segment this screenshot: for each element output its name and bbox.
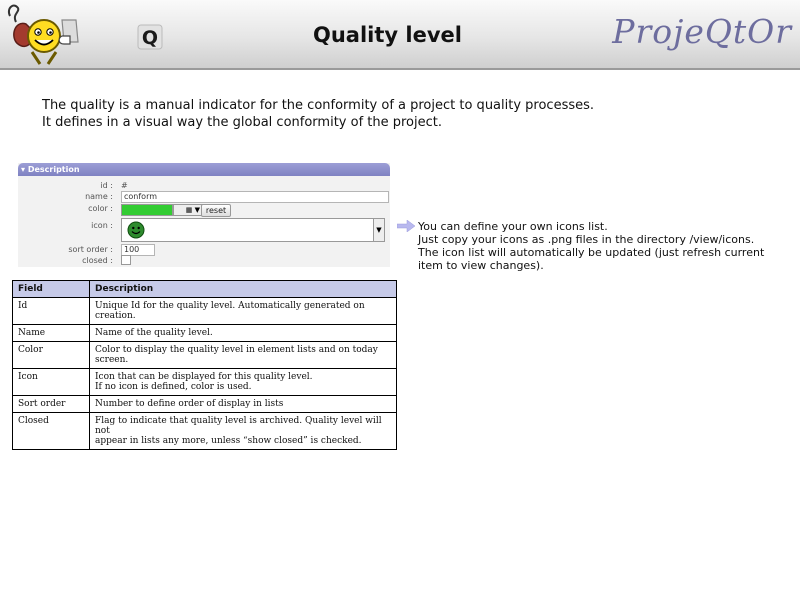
field-cell: Icon xyxy=(12,368,90,396)
color-picker-dropdown[interactable]: ▦ ▼ xyxy=(173,204,203,216)
field-cell: Closed xyxy=(12,412,90,450)
description-cell: Number to define order of display in lis… xyxy=(89,395,397,413)
collapse-triangle-icon[interactable]: ▾ xyxy=(21,165,25,174)
reset-button[interactable]: reset xyxy=(201,204,231,217)
closed-label: closed : xyxy=(82,256,113,265)
icons-note: You can define your own icons list. Just… xyxy=(418,220,764,272)
field-cell: Name xyxy=(12,324,90,342)
note-line: The icon list will automatically be upda… xyxy=(418,246,765,259)
description-cell: Name of the quality level. xyxy=(89,324,397,342)
icon-label: icon : xyxy=(91,221,113,230)
description-cell: Icon that can be displayed for this qual… xyxy=(89,368,397,396)
smiley-green-icon xyxy=(127,221,145,239)
header-bar: Q Quality level ProjeQtOr xyxy=(0,0,800,70)
description-cell: Color to display the quality level in el… xyxy=(89,341,397,369)
intro-text: The quality is a manual indicator for th… xyxy=(42,97,594,131)
section-title: Description xyxy=(27,165,80,174)
chevron-down-icon[interactable]: ▼ xyxy=(373,219,384,241)
note-line: You can define your own icons list. xyxy=(418,220,608,233)
note-line: item to view changes). xyxy=(418,259,544,272)
table-row: Sort order Number to define order of dis… xyxy=(12,395,397,413)
name-label: name : xyxy=(85,192,113,201)
icon-select[interactable]: ▼ xyxy=(121,218,385,242)
description-cell: Flag to indicate that quality level is a… xyxy=(89,412,397,450)
column-header-description: Description xyxy=(89,280,397,298)
section-header[interactable]: ▾ Description xyxy=(18,163,390,176)
chevron-down-icon: ▼ xyxy=(194,206,200,214)
table-row: Id Unique Id for the quality level. Auto… xyxy=(12,297,397,325)
table-row: Icon Icon that can be displayed for this… xyxy=(12,368,397,396)
color-label: color : xyxy=(88,204,113,213)
palette-icon: ▦ xyxy=(185,206,193,214)
field-cell: Sort order xyxy=(12,395,90,413)
color-swatch[interactable] xyxy=(121,204,173,216)
description-panel: ▾ Description id : # 1 name : conform co… xyxy=(18,163,390,267)
table-row: Name Name of the quality level. xyxy=(12,324,397,342)
table-row: Closed Flag to indicate that quality lev… xyxy=(12,412,397,450)
closed-checkbox[interactable] xyxy=(121,255,131,265)
table-row: Color Color to display the quality level… xyxy=(12,341,397,369)
name-input[interactable]: conform xyxy=(121,191,389,203)
id-label: id : xyxy=(100,181,113,190)
description-cell: Unique Id for the quality level. Automat… xyxy=(89,297,397,325)
fields-table: Field Description Id Unique Id for the q… xyxy=(12,280,397,450)
sort-order-label: sort order : xyxy=(68,245,113,254)
brand-logo-text: ProjeQtOr xyxy=(612,12,792,51)
intro-line: The quality is a manual indicator for th… xyxy=(42,98,595,113)
note-line: Just copy your icons as .png files in th… xyxy=(418,233,755,246)
field-cell: Color xyxy=(12,341,90,369)
column-header-field: Field xyxy=(12,280,90,298)
arrow-right-icon xyxy=(397,220,415,232)
field-cell: Id xyxy=(12,297,90,325)
intro-line: It defines in a visual way the global co… xyxy=(42,115,442,130)
table-header-row: Field Description xyxy=(12,280,397,298)
